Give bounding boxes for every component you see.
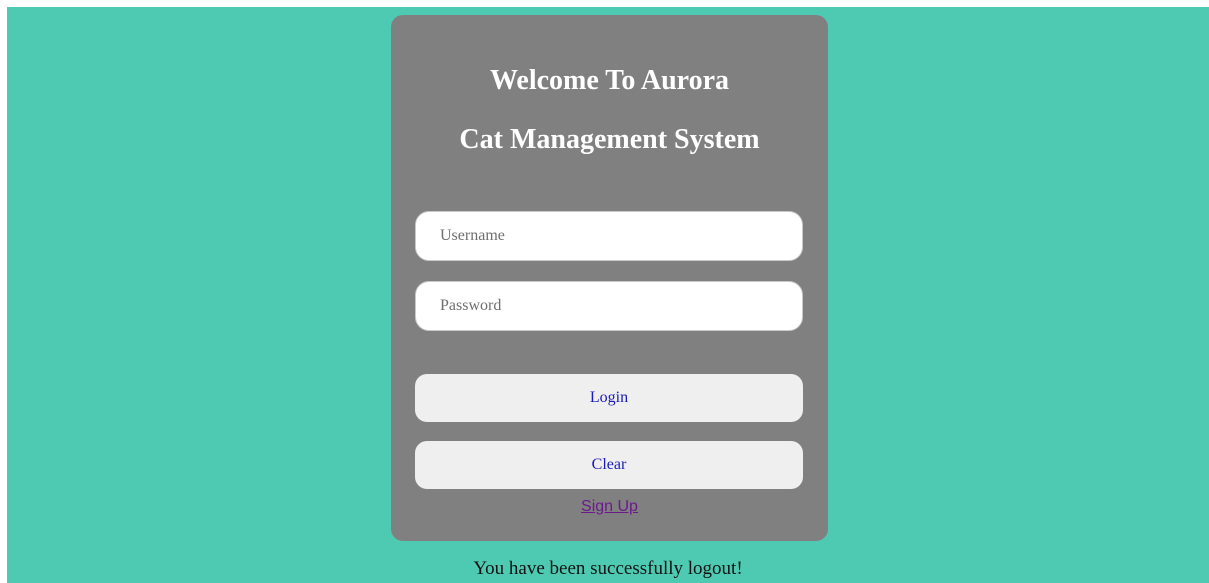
welcome-title: Welcome To Aurora (489, 65, 730, 96)
login-card: Welcome To Aurora Cat Management System … (391, 15, 828, 541)
username-input[interactable] (415, 211, 803, 261)
login-button[interactable]: Login (415, 374, 803, 422)
password-input[interactable] (415, 281, 803, 331)
logout-status-message: You have been successfully logout! (473, 558, 743, 579)
signup-container: Sign Up (391, 497, 828, 517)
signup-link[interactable]: Sign Up (581, 498, 638, 515)
page-background: Welcome To Aurora Cat Management System … (7, 7, 1209, 583)
system-title: Cat Management System (459, 124, 760, 155)
clear-button[interactable]: Clear (415, 441, 803, 489)
